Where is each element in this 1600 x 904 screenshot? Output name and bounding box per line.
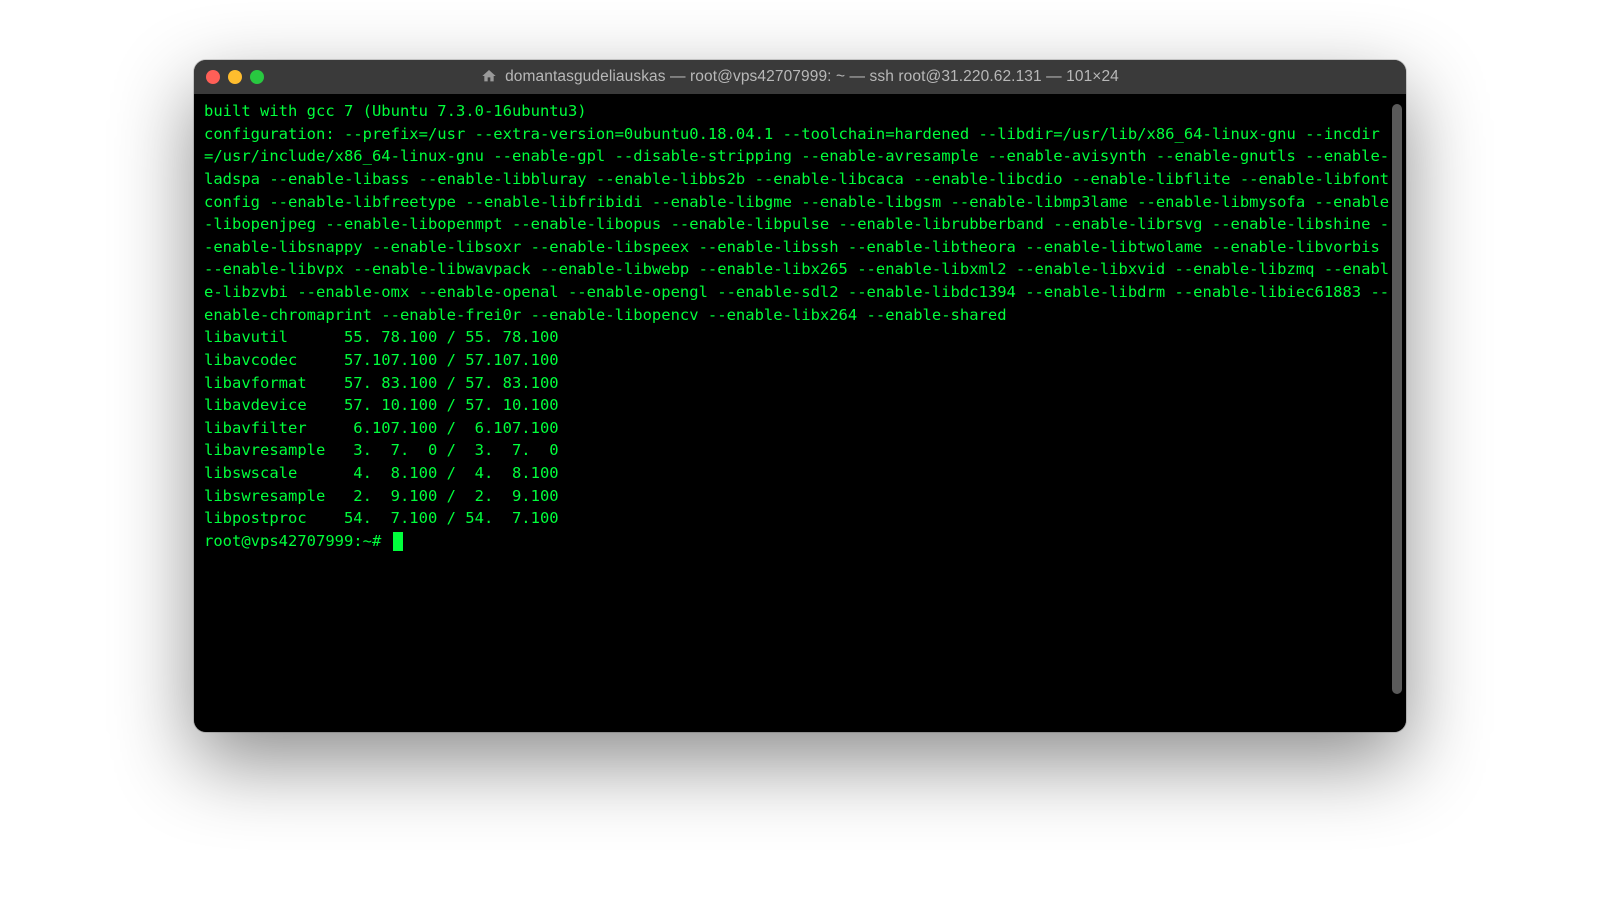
scrollbar-track[interactable] bbox=[1390, 100, 1404, 726]
prompt-line: root@vps42707999:~# bbox=[204, 530, 1396, 553]
title-bar: domantasgudeliauskas — root@vps42707999:… bbox=[194, 60, 1406, 94]
built-line: built with gcc 7 (Ubuntu 7.3.0-16ubuntu3… bbox=[204, 102, 587, 120]
home-icon bbox=[481, 68, 497, 87]
terminal-body[interactable]: built with gcc 7 (Ubuntu 7.3.0-16ubuntu3… bbox=[194, 94, 1406, 732]
terminal-output: built with gcc 7 (Ubuntu 7.3.0-16ubuntu3… bbox=[204, 100, 1396, 553]
shell-prompt: root@vps42707999:~# bbox=[204, 530, 391, 553]
window-title: domantasgudeliauskas — root@vps42707999:… bbox=[505, 68, 1119, 86]
terminal-window: domantasgudeliauskas — root@vps42707999:… bbox=[194, 60, 1406, 732]
minimize-button[interactable] bbox=[228, 70, 242, 84]
traffic-lights bbox=[206, 70, 264, 84]
close-button[interactable] bbox=[206, 70, 220, 84]
scrollbar-thumb[interactable] bbox=[1392, 104, 1402, 694]
cursor bbox=[393, 532, 403, 551]
maximize-button[interactable] bbox=[250, 70, 264, 84]
title-content: domantasgudeliauskas — root@vps42707999:… bbox=[194, 68, 1406, 87]
configuration-line: configuration: --prefix=/usr --extra-ver… bbox=[204, 125, 1389, 324]
library-versions: libavutil 55. 78.100 / 55. 78.100 libavc… bbox=[204, 328, 559, 527]
